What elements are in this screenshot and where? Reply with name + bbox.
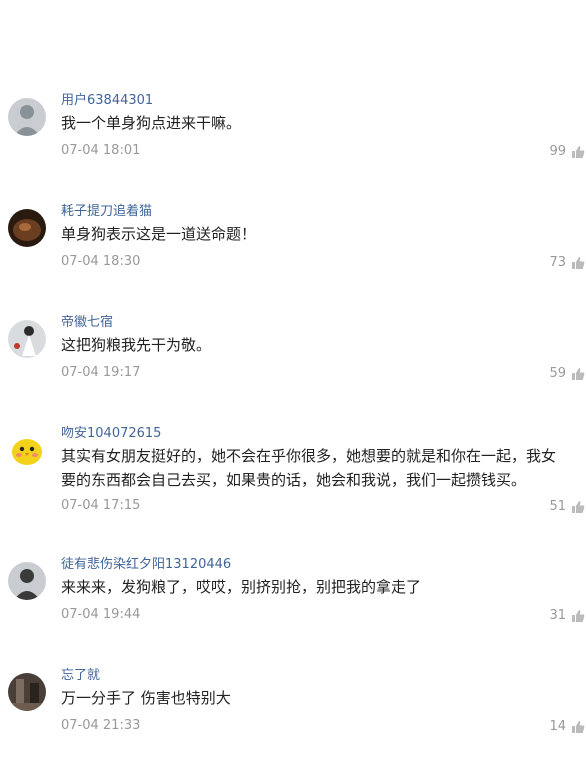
- comment-time: 07-04 18:30: [61, 254, 141, 269]
- comment-username[interactable]: 用户63844301: [61, 89, 153, 108]
- comment-item: 帝徽七宿这把狗粮我先干为敬。 07-04 19:17 59: [0, 311, 586, 422]
- comment-text: 来来来，发狗粮了，哎哎，别挤别抢，别把我的拿走了: [61, 575, 586, 599]
- like-count: 14: [549, 719, 566, 734]
- comment-time: 07-04 19:44: [61, 607, 141, 622]
- comment-list: 我tm点进来干什么07-04 17:40170 用户63844301 我一个单身狗点…: [0, 0, 586, 769]
- comment-text: 其实有女朋友挺好的，她不会在乎你很多，她想要的就是和你在一起，我女 要的东西都会自…: [61, 444, 586, 492]
- comment-username[interactable]: 忘了就: [61, 664, 100, 683]
- figure-white-dress-avatar-icon[interactable]: [8, 320, 46, 358]
- comment-text-line: 其实有女朋友挺好的，她不会在乎你很多，她想要的就是和你在一起，我女: [61, 447, 557, 465]
- comment-item: 忘了就万一分手了 伤害也特别大 07-04 21:33 14: [0, 664, 586, 775]
- comment-username[interactable]: 徒有悲伤染红夕阳13120446: [61, 553, 231, 572]
- thumbs-up-icon[interactable]: [571, 367, 585, 381]
- like-count: 73: [549, 255, 566, 270]
- thumbs-up-icon[interactable]: [571, 500, 585, 514]
- comment-text-line: 这把狗粮我先干为敬。: [61, 336, 212, 354]
- comment-text-line: 要的东西都会自己去买，如果贵的话，她会和我说，我们一起攒钱买。: [61, 471, 527, 489]
- thumbs-up-icon[interactable]: [571, 720, 585, 734]
- comment-time: 07-04 18:01: [61, 143, 141, 158]
- comment-username[interactable]: 吻安104072615: [61, 422, 161, 441]
- comment-username[interactable]: 帝徽七宿: [61, 311, 113, 330]
- comment-time: 07-04 21:33: [61, 718, 141, 733]
- person-photo-avatar-icon[interactable]: [8, 562, 46, 600]
- thumbs-up-icon[interactable]: [571, 145, 585, 159]
- comment-item: 徒有悲伤染红夕阳13120446 来来来，发狗粮了，哎哎，别挤别抢，别把我的拿走了…: [0, 553, 586, 664]
- comment-username[interactable]: 耗子提刀追着猫: [61, 200, 152, 219]
- like-count: 51: [549, 499, 566, 514]
- comment-item: 耗子提刀追着猫单身狗表示这是一道送命题！ 07-04 18:30 73: [0, 200, 586, 311]
- brown-object-avatar-icon[interactable]: [8, 209, 46, 247]
- like-count: 31: [549, 608, 566, 623]
- comment-text: 单身狗表示这是一道送命题！: [61, 222, 586, 246]
- thumbs-up-icon[interactable]: [571, 609, 585, 623]
- person-photo-avatar-icon[interactable]: [8, 98, 46, 136]
- comment-text-line: 我一个单身狗点进来干嘛。: [61, 114, 242, 132]
- comment-text: 万一分手了 伤害也特别大: [61, 686, 586, 710]
- comment-text-line: 来来来，发狗粮了，哎哎，别挤别抢，别把我的拿走了: [61, 578, 422, 596]
- comment-text-line: 单身狗表示这是一道送命题！: [61, 225, 257, 243]
- comment-text: 我一个单身狗点进来干嘛。: [61, 111, 586, 135]
- comment-item: 吻安104072615 其实有女朋友挺好的，她不会在乎你很多，她想要的就是和你在一…: [0, 422, 586, 533]
- comment-text-line: 万一分手了 伤害也特别大: [61, 689, 231, 707]
- comment-text: 这把狗粮我先干为敬。: [61, 333, 586, 357]
- comment-item: 我tm点进来干什么07-04 17:40170: [0, 0, 586, 21]
- comment-time: 07-04 19:17: [61, 365, 141, 380]
- thumbs-up-icon[interactable]: [571, 256, 585, 270]
- comment-item: 用户63844301 我一个单身狗点进来干嘛。 07-04 18:01 99: [0, 89, 586, 200]
- comment-time: 07-04 17:15: [61, 498, 141, 513]
- yellow-chick-avatar-icon[interactable]: [8, 431, 46, 469]
- like-count: 99: [549, 144, 566, 159]
- like-count: 59: [549, 366, 566, 381]
- dark-photo-avatar-icon[interactable]: [8, 673, 46, 711]
